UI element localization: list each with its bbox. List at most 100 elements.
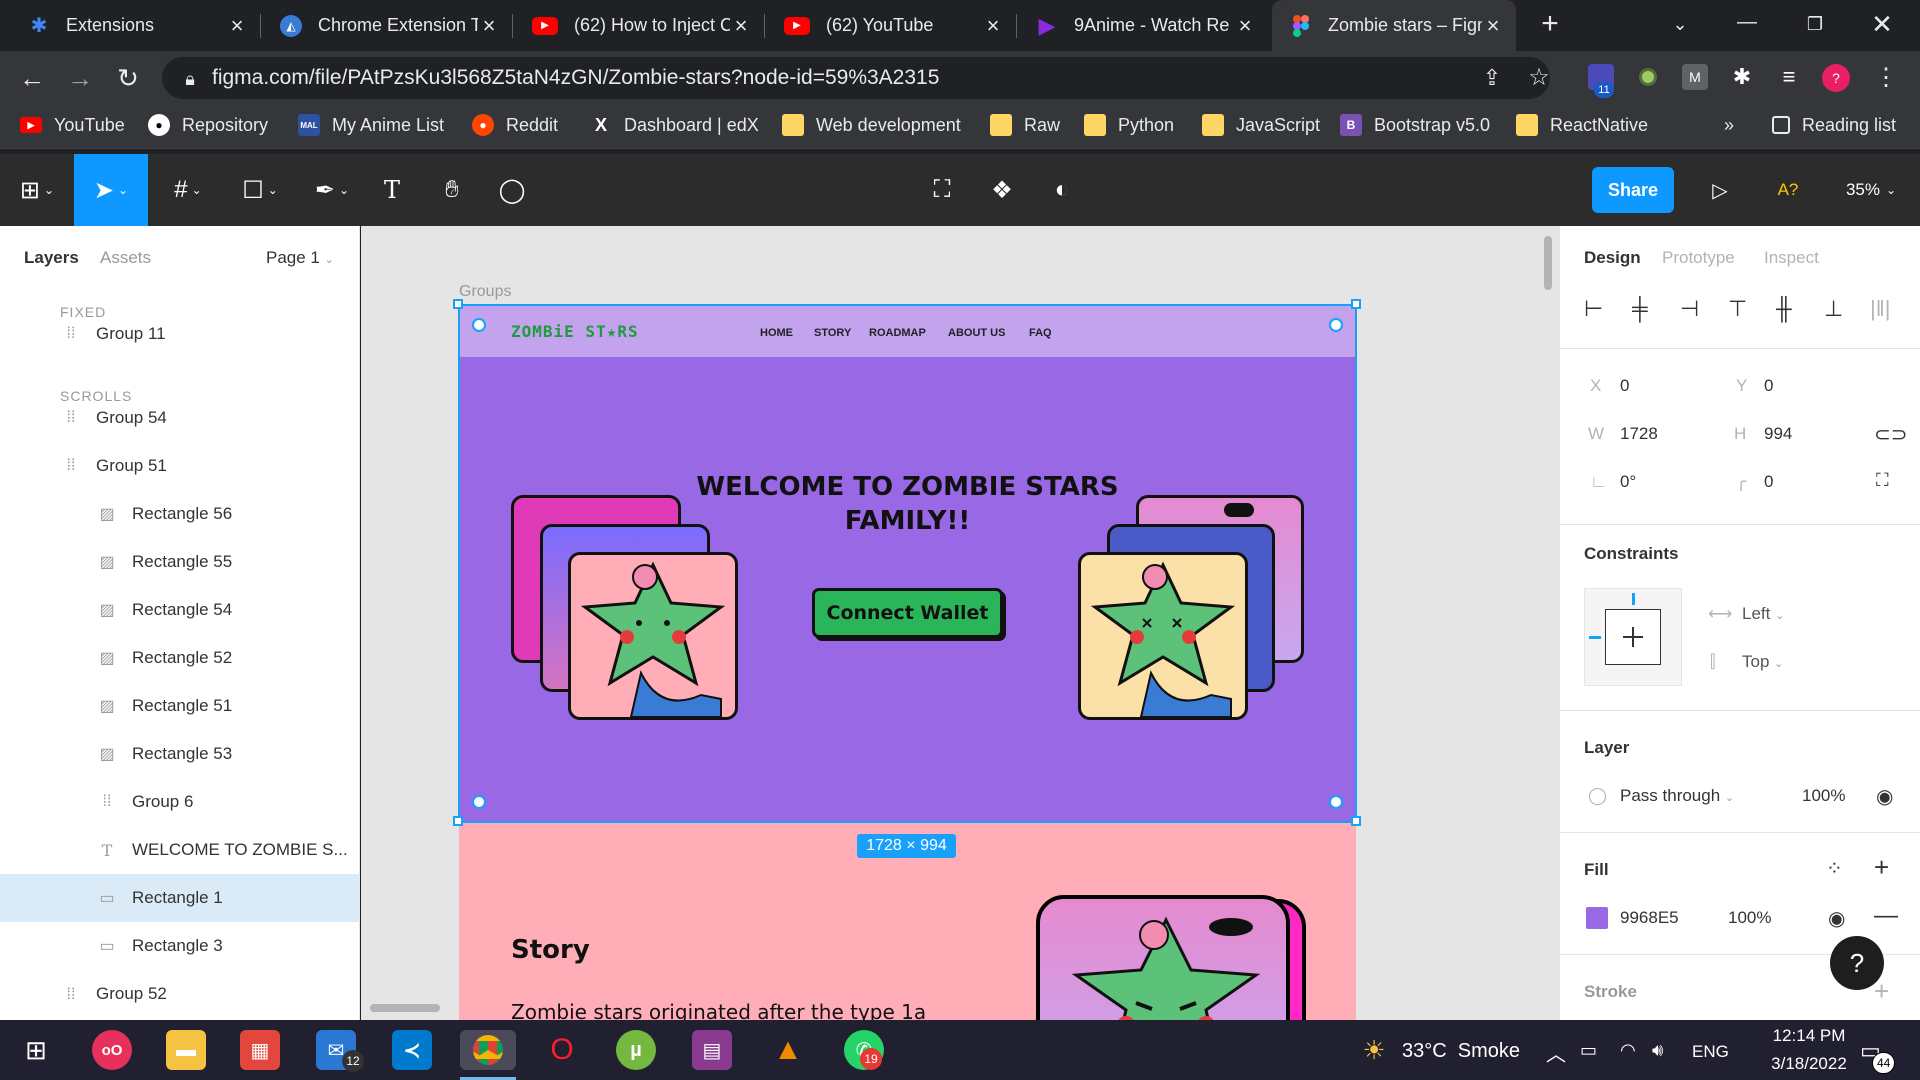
bookmark-reactnative[interactable]: ReactNative bbox=[1516, 112, 1648, 138]
resize-handle-top-left[interactable] bbox=[453, 299, 463, 309]
bookmark-myanimelist[interactable]: MAL My Anime List bbox=[298, 112, 444, 138]
h-input[interactable]: 994 bbox=[1764, 424, 1792, 444]
corner-radius-handle[interactable] bbox=[1329, 318, 1343, 332]
clock-date[interactable]: 3/18/2022 bbox=[1748, 1054, 1870, 1074]
frame-label[interactable]: Groups bbox=[459, 283, 511, 301]
weather-text[interactable]: 33°C Smoke bbox=[1402, 1040, 1520, 1063]
layer-group-54[interactable]: ⁞⁞ Group 54 bbox=[0, 394, 360, 442]
bookmark-webdev[interactable]: Web development bbox=[782, 112, 961, 138]
horizontal-constraint-dropdown[interactable]: Left ⌄ bbox=[1742, 604, 1784, 624]
resize-handle-bottom-left[interactable] bbox=[453, 816, 463, 826]
winrar-icon[interactable]: ▤ bbox=[692, 1030, 732, 1070]
w-input[interactable]: 1728 bbox=[1620, 424, 1658, 444]
hand-tool-button[interactable]: ✋︎ bbox=[432, 154, 472, 226]
app-oo-icon[interactable]: oO bbox=[92, 1030, 132, 1070]
mask-button[interactable]: ◐ bbox=[1042, 154, 1082, 226]
tab-chrome-extension[interactable]: ◭ Chrome Extension T × bbox=[262, 0, 512, 51]
fill-color-swatch[interactable] bbox=[1586, 907, 1608, 929]
opera-icon[interactable]: O bbox=[542, 1030, 582, 1070]
layer-rectangle-1[interactable]: ▭ Rectangle 1 bbox=[0, 874, 360, 922]
reading-list-button[interactable]: Reading list bbox=[1772, 112, 1896, 138]
utorrent-icon[interactable]: µ bbox=[616, 1030, 656, 1070]
vscode-icon[interactable]: ≺ bbox=[392, 1030, 432, 1070]
constrain-proportions-icon[interactable]: ⊂⊃ bbox=[1874, 422, 1908, 447]
prototype-tab[interactable]: Prototype bbox=[1662, 248, 1735, 268]
rotation-input[interactable]: 0° bbox=[1620, 472, 1636, 492]
language-indicator[interactable]: ENG bbox=[1692, 1042, 1729, 1062]
text-tool-button[interactable]: T bbox=[372, 154, 412, 226]
horizontal-scrollbar[interactable] bbox=[370, 1004, 440, 1012]
figma-menu-button[interactable]: ⊞ ⌄ bbox=[12, 154, 62, 226]
layer-group-52[interactable]: ⁞⁞ Group 52 bbox=[0, 970, 360, 1004]
layers-tab[interactable]: Layers bbox=[24, 248, 79, 268]
tab-extensions[interactable]: ✱ Extensions × bbox=[0, 0, 260, 51]
layer-group-51[interactable]: ⁞⁞ Group 51 bbox=[0, 442, 360, 490]
fill-styles-icon[interactable]: ⁘ bbox=[1826, 856, 1843, 881]
puzzle-icon[interactable]: ✱ bbox=[1729, 64, 1755, 90]
close-icon[interactable]: × bbox=[1482, 14, 1504, 37]
restore-button[interactable]: ❐ bbox=[1801, 10, 1829, 38]
vlc-icon[interactable]: ▲ bbox=[768, 1030, 808, 1070]
pen-tool-button[interactable]: ✒ ⌄ bbox=[304, 154, 360, 226]
layer-rectangle-3[interactable]: ▭ Rectangle 3 bbox=[0, 922, 360, 970]
m-extension-icon[interactable]: M bbox=[1682, 64, 1708, 90]
eye-icon[interactable]: ◉ bbox=[1876, 784, 1893, 809]
clock-time[interactable]: 12:14 PM bbox=[1748, 1026, 1870, 1046]
file-explorer-icon[interactable]: ▬ bbox=[166, 1030, 206, 1070]
blend-mode-dropdown[interactable]: Pass through ⌄ bbox=[1620, 786, 1734, 806]
x-input[interactable]: 0 bbox=[1620, 376, 1629, 396]
media-control-icon[interactable]: ≡ bbox=[1776, 64, 1802, 90]
comment-tool-button[interactable]: ◯ bbox=[492, 154, 532, 226]
present-button[interactable]: ▷ bbox=[1700, 154, 1740, 226]
volume-icon[interactable]: 🔊︎ bbox=[1652, 1040, 1663, 1061]
layer-rectangle-55[interactable]: ▨ Rectangle 55 bbox=[0, 538, 360, 586]
vertical-constraint-dropdown[interactable]: Top ⌄ bbox=[1742, 652, 1783, 672]
green-dot-icon[interactable] bbox=[1635, 64, 1661, 90]
assets-tab[interactable]: Assets bbox=[100, 248, 151, 268]
bookmark-edx[interactable]: X Dashboard | edX bbox=[590, 112, 759, 138]
bookmark-javascript[interactable]: JavaScript bbox=[1202, 112, 1320, 138]
back-button[interactable]: ← bbox=[18, 64, 46, 92]
bookmark-repository[interactable]: ● Repository bbox=[148, 112, 268, 138]
fill-opacity-input[interactable]: 100% bbox=[1728, 908, 1771, 928]
reload-button[interactable]: ↻ bbox=[114, 64, 142, 92]
corner-radius-input[interactable]: 0 bbox=[1764, 472, 1773, 492]
menu-icon[interactable]: ⋮ bbox=[1872, 64, 1900, 92]
chrome-taskbar-icon[interactable] bbox=[460, 1030, 516, 1070]
fill-hex-input[interactable]: 9968E5 bbox=[1620, 908, 1679, 928]
distribute-icon[interactable]: |‖| bbox=[1870, 296, 1891, 322]
url-text[interactable]: figma.com/file/PAtPzsKu3l568Z5taN4zGN/Zo… bbox=[212, 66, 939, 90]
tab-figma-active[interactable]: Zombie stars – Figm × bbox=[1272, 0, 1516, 51]
frame-tool-button[interactable]: # ⌄ bbox=[160, 154, 216, 226]
eye-icon[interactable]: ◉ bbox=[1828, 906, 1845, 931]
close-icon[interactable]: × bbox=[730, 14, 752, 37]
share-button[interactable]: Share bbox=[1592, 167, 1674, 213]
forward-button[interactable]: → bbox=[66, 64, 94, 92]
inspect-tab[interactable]: Inspect bbox=[1764, 248, 1819, 268]
move-tool-button[interactable]: ➤ ⌄ bbox=[74, 154, 148, 226]
shape-tool-button[interactable]: ☐ ⌄ bbox=[232, 154, 288, 226]
microsoft-store-icon[interactable]: ▦ bbox=[240, 1030, 280, 1070]
tab-youtube-inject[interactable]: ▶ (62) How to Inject C × bbox=[514, 0, 764, 51]
design-tab[interactable]: Design bbox=[1584, 248, 1641, 268]
help-button[interactable]: ? bbox=[1830, 936, 1884, 990]
component-button[interactable]: ❖ bbox=[982, 154, 1022, 226]
tab-search-icon[interactable]: ⌄ bbox=[1666, 10, 1694, 38]
weather-icon[interactable]: ☀ bbox=[1354, 1030, 1394, 1070]
layer-rectangle-51[interactable]: ▨ Rectangle 51 bbox=[0, 682, 360, 730]
page-selector[interactable]: Page 1 ⌄ bbox=[266, 248, 334, 268]
layer-rectangle-56[interactable]: ▨ Rectangle 56 bbox=[0, 490, 360, 538]
remove-fill-icon[interactable]: — bbox=[1874, 902, 1898, 930]
wifi-icon[interactable]: ◠ bbox=[1620, 1040, 1636, 1061]
vertical-scrollbar[interactable] bbox=[1544, 236, 1552, 290]
align-center-horizontal-icon[interactable]: ╪ bbox=[1632, 296, 1648, 322]
close-icon[interactable]: × bbox=[982, 14, 1004, 37]
share-page-icon[interactable]: ⇪ bbox=[1478, 64, 1506, 92]
layer-opacity-input[interactable]: 100% bbox=[1802, 786, 1845, 806]
add-fill-icon[interactable]: + bbox=[1874, 852, 1889, 883]
bookmark-youtube[interactable]: ▶ YouTube bbox=[20, 112, 125, 138]
bookmark-raw[interactable]: Raw bbox=[990, 112, 1060, 138]
independent-corners-icon[interactable]: ⛶ bbox=[1876, 470, 1889, 491]
new-tab-button[interactable]: + bbox=[1536, 9, 1564, 39]
corner-radius-handle[interactable] bbox=[472, 318, 486, 332]
